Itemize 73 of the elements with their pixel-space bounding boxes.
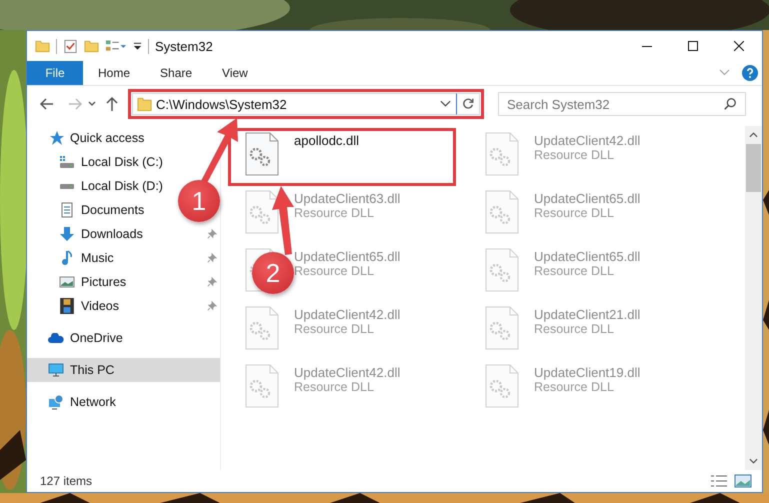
back-icon[interactable]: [39, 96, 55, 112]
file-name: UpdateClient19.dll: [534, 365, 640, 380]
file-type: Resource DLL: [534, 322, 615, 336]
nav-item[interactable]: Pictures: [27, 270, 126, 294]
film-icon: [59, 298, 75, 314]
file-name: apollodc.dll: [294, 133, 360, 148]
nav-item[interactable]: This PC: [27, 358, 220, 382]
document-icon: [59, 202, 75, 218]
nav-item[interactable]: Local Disk (C:): [27, 150, 163, 174]
refresh-button[interactable]: [456, 93, 480, 115]
file-name: UpdateClient21.dll: [534, 307, 640, 322]
file-type: Resource DLL: [534, 264, 615, 278]
search-box[interactable]: Search System32: [498, 92, 746, 116]
file-type: Resource DLL: [534, 206, 615, 220]
file-type: Resource DLL: [294, 206, 375, 220]
details-view-icon[interactable]: [710, 474, 728, 488]
scroll-down-icon[interactable]: [749, 458, 758, 464]
pin-icon[interactable]: [207, 301, 217, 311]
nav-item[interactable]: Documents: [27, 198, 144, 222]
monitor-icon: [48, 362, 64, 378]
file-name: UpdateClient42.dll: [294, 365, 400, 380]
large-icons-view-icon[interactable]: [734, 474, 752, 488]
nav-item[interactable]: Network: [27, 390, 220, 414]
folder-icon: [137, 96, 152, 112]
nav-item[interactable]: Videos: [27, 294, 119, 318]
file-name: UpdateClient65.dll: [534, 249, 640, 264]
window-title: System32: [155, 38, 213, 54]
nav-item[interactable]: Downloads: [27, 222, 143, 246]
pin-icon[interactable]: [207, 229, 217, 239]
music-note-icon: [59, 250, 75, 266]
nav-item[interactable]: Music: [27, 246, 114, 270]
address-field[interactable]: C:\Windows\System32: [132, 93, 456, 115]
pin-icon[interactable]: [207, 277, 217, 287]
search-icon[interactable]: [723, 97, 737, 111]
maximize-icon: [688, 41, 698, 51]
up-icon[interactable]: [104, 96, 120, 112]
search-field[interactable]: Search System32: [499, 94, 723, 114]
file-item[interactable]: apollodc.dll: [228, 128, 456, 186]
file-name: UpdateClient65.dll: [294, 249, 400, 264]
item-count: 127 items: [40, 474, 92, 488]
ribbon-tab[interactable]: Home: [83, 61, 146, 85]
drive-icon: [59, 182, 75, 190]
file-type: Resource DLL: [294, 322, 375, 336]
file-type: Resource DLL: [294, 264, 375, 278]
network-icon: [48, 394, 64, 410]
file-name: UpdateClient42.dll: [534, 133, 640, 148]
file-name: UpdateClient42.dll: [294, 307, 400, 322]
pointer-arrow: [271, 185, 295, 255]
close-icon: [734, 41, 744, 51]
pin-icon[interactable]: [207, 253, 217, 263]
drive-icon: [59, 154, 75, 170]
nav-item[interactable]: Local Disk (D:): [27, 174, 163, 198]
ribbon-tab[interactable]: Share: [145, 61, 208, 85]
scroll-thumb[interactable]: [746, 144, 761, 192]
star-icon: [48, 130, 64, 146]
file-type: Resource DLL: [534, 148, 615, 162]
cloud-icon: [48, 332, 64, 344]
nav-item[interactable]: OneDrive: [27, 326, 220, 350]
file-name: UpdateClient65.dll: [534, 191, 640, 206]
file-name: UpdateClient63.dll: [294, 191, 400, 206]
download-arrow-icon: [59, 226, 75, 242]
address-path: C:\Windows\System32: [156, 96, 288, 112]
help-icon[interactable]: [742, 65, 758, 81]
file-type: Resource DLL: [534, 380, 615, 394]
refresh-icon: [461, 97, 475, 111]
scroll-up-icon[interactable]: [749, 132, 758, 138]
scrollbar[interactable]: [745, 126, 762, 470]
nav-item[interactable]: Quick access: [27, 126, 220, 150]
ribbon-tab[interactable]: View: [207, 61, 263, 85]
file-type: Resource DLL: [294, 380, 375, 394]
properties-icon[interactable]: [63, 38, 78, 54]
pictures-icon: [59, 274, 75, 290]
chevron-down-icon[interactable]: [440, 100, 451, 108]
